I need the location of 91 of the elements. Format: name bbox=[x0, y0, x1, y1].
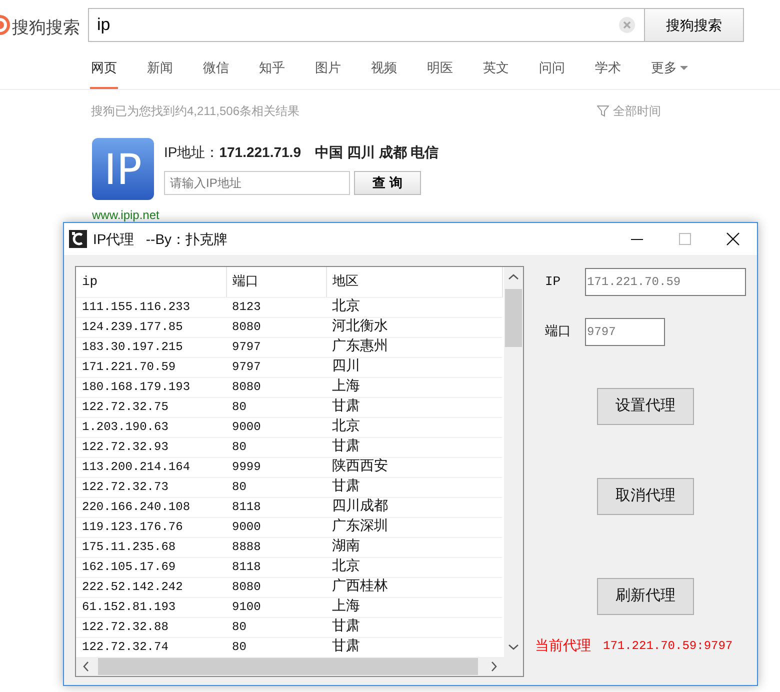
table-cell: 陕西西安 bbox=[326, 457, 502, 477]
result-count: 搜狗已为您找到约4,211,506条相关结果 bbox=[91, 103, 300, 120]
field-label: IP bbox=[545, 273, 562, 292]
table-cell: 162.105.17.69 bbox=[76, 557, 226, 577]
table-cell: 甘肃 bbox=[326, 477, 502, 497]
table-cell: 8080 bbox=[226, 377, 326, 397]
ip-input[interactable]: 请输入IP地址 bbox=[164, 171, 350, 195]
table-cell: 9100 bbox=[226, 597, 326, 617]
table-cell: 80 bbox=[226, 437, 326, 457]
table-cell: 61.152.81.193 bbox=[76, 597, 226, 617]
table-cell: 9000 bbox=[226, 417, 326, 437]
logo-text[interactable]: 搜狗搜索 bbox=[12, 15, 88, 40]
port-field[interactable]: 9797 bbox=[585, 318, 665, 346]
table-cell: 8118 bbox=[226, 557, 326, 577]
table-cell: 183.30.197.215 bbox=[76, 337, 226, 357]
table-cell: 9000 bbox=[226, 517, 326, 537]
nav-tab[interactable]: 图片 bbox=[314, 50, 342, 89]
table-cell: 甘肃 bbox=[326, 437, 502, 457]
column-header[interactable]: 端口 bbox=[226, 267, 326, 297]
table-cell: 80 bbox=[226, 477, 326, 497]
table-cell: 8888 bbox=[226, 537, 326, 557]
table-cell: 122.72.32.88 bbox=[76, 617, 226, 637]
table-cell: 122.72.32.75 bbox=[76, 397, 226, 417]
table-cell: 四川成都 bbox=[326, 497, 502, 517]
search-field[interactable]: ip bbox=[88, 8, 644, 42]
field-label: 端口 bbox=[545, 323, 572, 342]
table-cell: 甘肃 bbox=[326, 617, 502, 637]
table-cell: 北京 bbox=[326, 557, 502, 577]
source-link[interactable]: www.ipip.net bbox=[92, 208, 160, 222]
table-cell: 广东惠州 bbox=[326, 337, 502, 357]
ip-result-title: IP地址：171.221.71.9 中国 四川 成都 电信 bbox=[164, 143, 439, 162]
table-cell: 8123 bbox=[226, 297, 326, 317]
nav-tab[interactable]: 微信 bbox=[202, 50, 230, 89]
ip-logo-icon: IP bbox=[92, 138, 154, 200]
window-title: IP代理 --By：扑克牌 bbox=[93, 230, 229, 249]
scroll-thumb[interactable] bbox=[98, 658, 478, 675]
table-cell: 222.52.142.242 bbox=[76, 577, 226, 597]
nav-tab[interactable]: 英文 bbox=[482, 50, 510, 89]
table-cell: 8080 bbox=[226, 577, 326, 597]
table-cell: 180.168.179.193 bbox=[76, 377, 226, 397]
table-cell: 北京 bbox=[326, 417, 502, 437]
table-cell: 9797 bbox=[226, 357, 326, 377]
query-button[interactable]: 查 询 bbox=[354, 171, 421, 195]
action-button[interactable]: 取消代理 bbox=[597, 478, 694, 515]
table-cell: 湖南 bbox=[326, 537, 502, 557]
filter-icon bbox=[597, 105, 609, 117]
table-cell: 上海 bbox=[326, 377, 502, 397]
nav-tab[interactable]: 新闻 bbox=[146, 50, 174, 89]
table-cell: 113.200.214.164 bbox=[76, 457, 226, 477]
table-cell: 8080 bbox=[226, 317, 326, 337]
table-cell: 124.239.177.85 bbox=[76, 317, 226, 337]
table-cell: 广东深圳 bbox=[326, 517, 502, 537]
nav-tab[interactable]: 更多 bbox=[650, 50, 689, 89]
table-cell: 175.11.235.68 bbox=[76, 537, 226, 557]
table-cell: 上海 bbox=[326, 597, 502, 617]
logo-icon bbox=[0, 13, 10, 37]
table-cell: 122.72.32.93 bbox=[76, 437, 226, 457]
table-cell: 9797 bbox=[226, 337, 326, 357]
current-proxy-label: 当前代理 bbox=[535, 636, 591, 655]
nav-tab[interactable]: 视频 bbox=[370, 50, 398, 89]
vertical-scrollbar[interactable] bbox=[504, 267, 523, 657]
nav-tab[interactable]: 明医 bbox=[426, 50, 454, 89]
nav-tab[interactable]: 知乎 bbox=[258, 50, 286, 89]
table-cell: 四川 bbox=[326, 357, 502, 377]
table-cell: 甘肃 bbox=[326, 397, 502, 417]
nav-tab[interactable]: 学术 bbox=[594, 50, 622, 89]
column-header[interactable]: 地区 bbox=[326, 267, 502, 297]
table-cell: 119.123.176.76 bbox=[76, 517, 226, 537]
table-cell: 北京 bbox=[326, 297, 502, 317]
table-cell: 80 bbox=[226, 617, 326, 637]
search-button[interactable]: 搜狗搜索 bbox=[644, 8, 744, 42]
table-cell: 220.166.240.108 bbox=[76, 497, 226, 517]
table-cell: 171.221.70.59 bbox=[76, 357, 226, 377]
table-cell: 1.203.190.63 bbox=[76, 417, 226, 437]
table-cell: 9999 bbox=[226, 457, 326, 477]
table-cell: 80 bbox=[226, 397, 326, 417]
nav-tab[interactable]: 问问 bbox=[538, 50, 566, 89]
action-button[interactable]: 设置代理 bbox=[597, 388, 694, 425]
column-header[interactable]: ip bbox=[76, 267, 226, 297]
table-cell: 122.72.32.73 bbox=[76, 477, 226, 497]
scroll-thumb[interactable] bbox=[505, 289, 522, 347]
table-cell: 河北衡水 bbox=[326, 317, 502, 337]
table-cell: 广西桂林 bbox=[326, 577, 502, 597]
horizontal-scrollbar[interactable] bbox=[76, 657, 504, 676]
nav-tab[interactable]: 网页 bbox=[90, 50, 118, 89]
ip-field[interactable]: 171.221.70.59 bbox=[585, 268, 746, 296]
app-icon bbox=[69, 230, 87, 248]
table-cell: 111.155.116.233 bbox=[76, 297, 226, 317]
table-cell: 8118 bbox=[226, 497, 326, 517]
current-proxy-value: 171.221.70.59:9797 bbox=[603, 638, 733, 654]
action-button[interactable]: 刷新代理 bbox=[597, 578, 694, 615]
